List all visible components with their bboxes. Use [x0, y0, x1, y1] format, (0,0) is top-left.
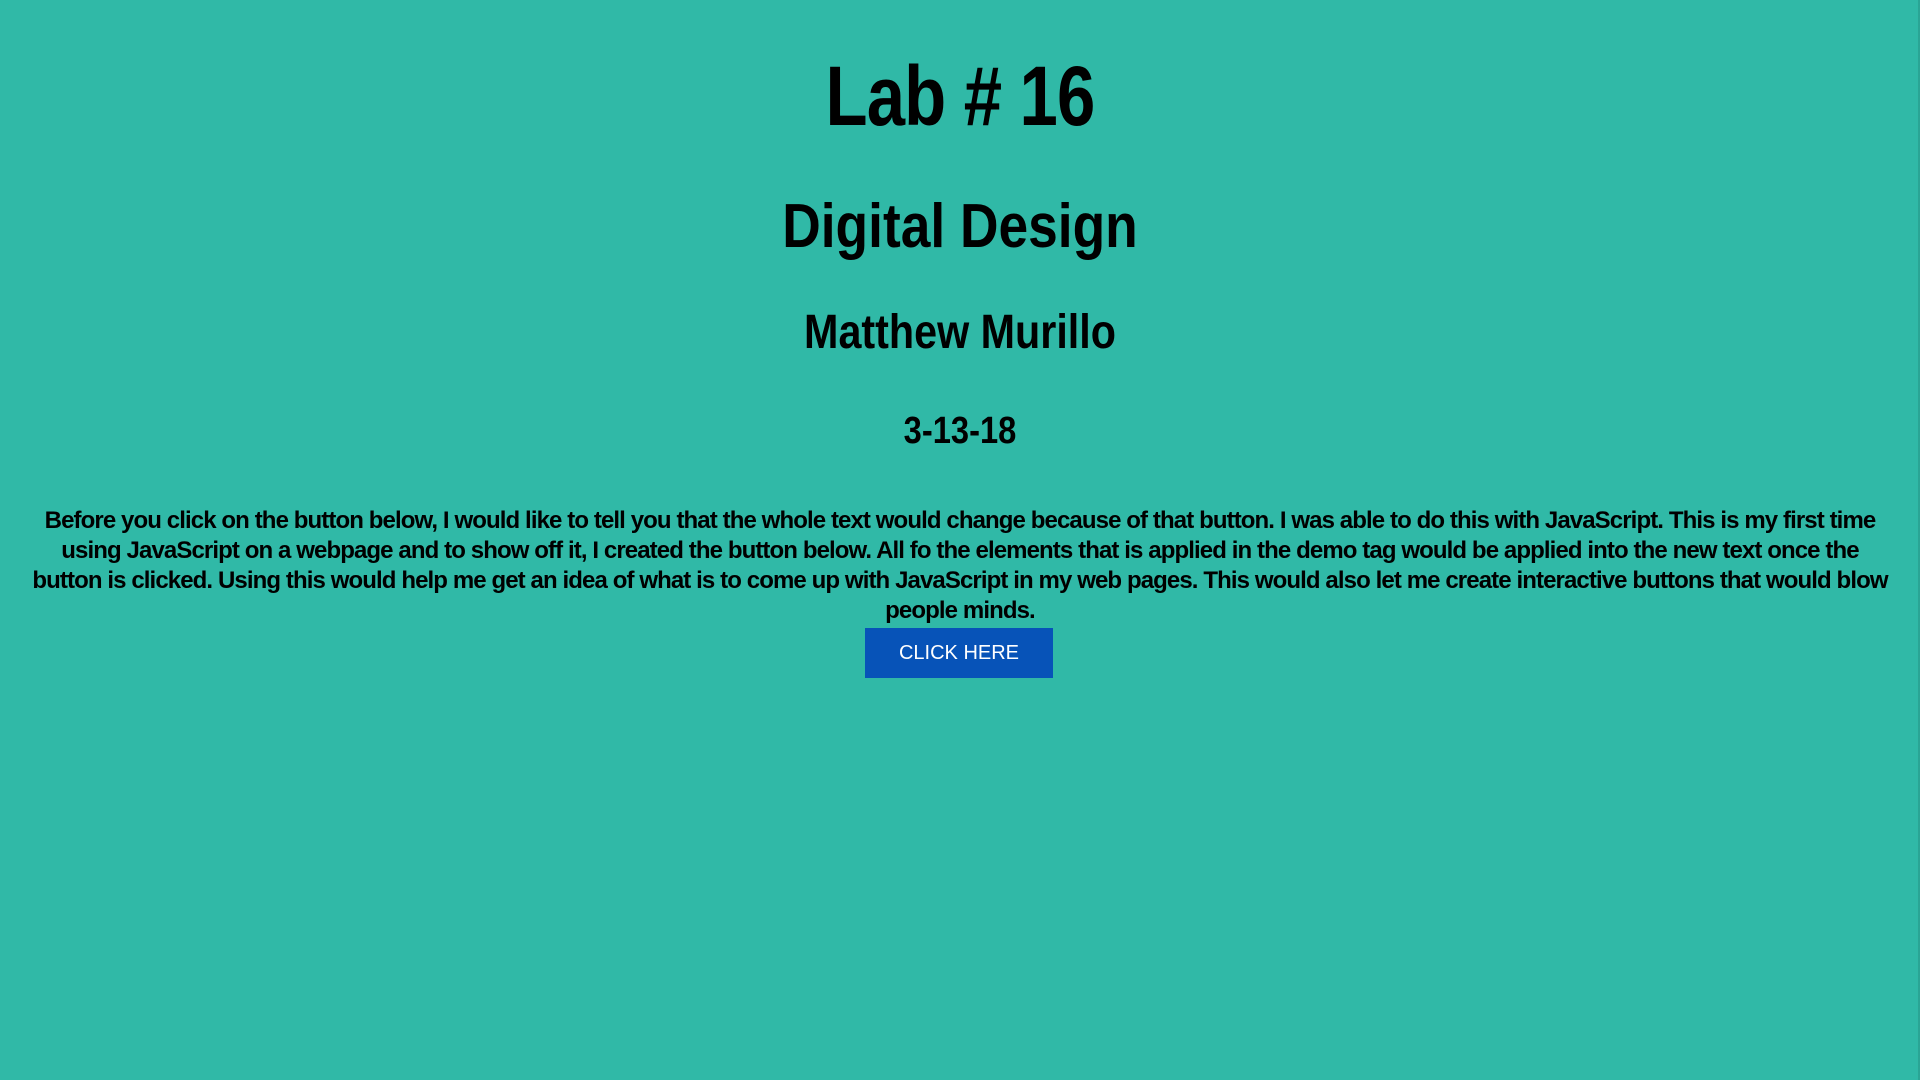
- course-title: Digital Design: [782, 192, 1138, 261]
- author-name: Matthew Murillo: [804, 306, 1116, 359]
- page-body: Lab # 16 Digital Design Matthew Murillo …: [0, 0, 1920, 1080]
- demo-paragraph: Before you click on the button below, I …: [32, 507, 1888, 624]
- page-title: Lab # 16: [825, 49, 1095, 143]
- click-here-button[interactable]: CLICK HERE: [865, 628, 1053, 678]
- lab-date: 3-13-18: [903, 410, 1017, 452]
